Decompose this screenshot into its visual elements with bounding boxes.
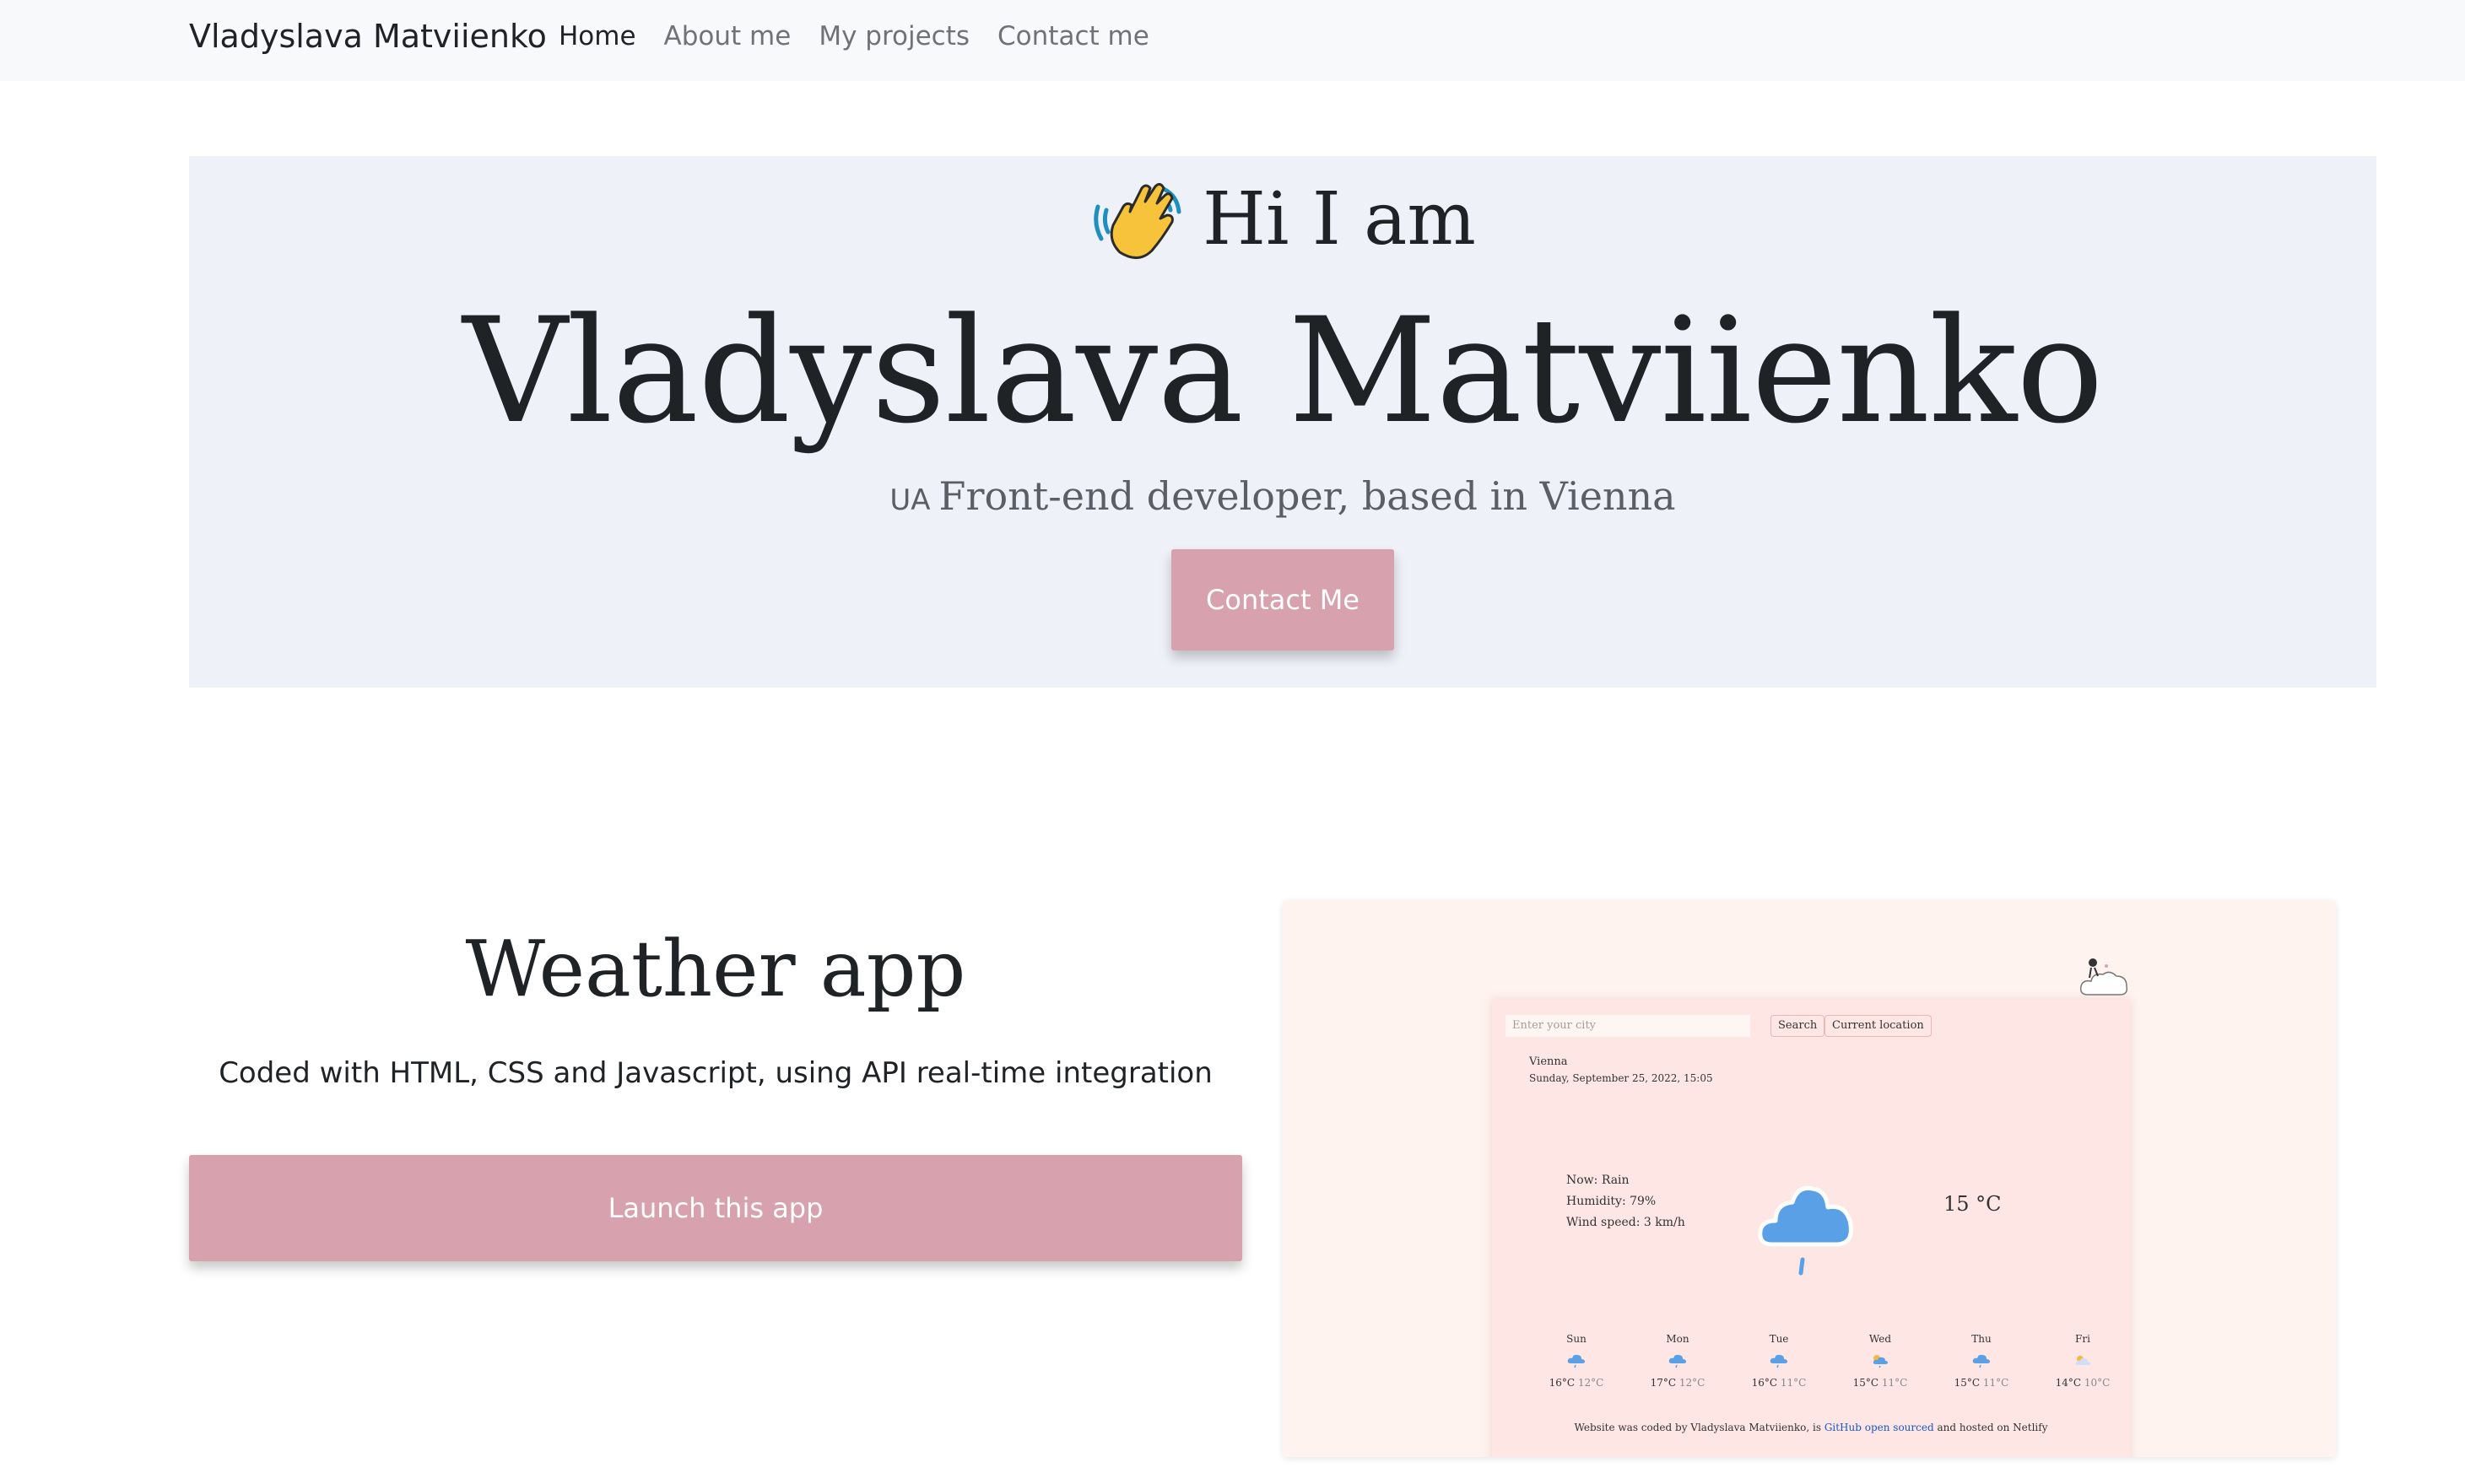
weather-card: Enter your city Search Current location … — [1492, 1000, 2130, 1457]
humidity: Humidity: 79% — [1566, 1195, 1657, 1208]
current-date: Sunday, September 25, 2022, 15:05 — [1529, 1072, 1713, 1084]
launch-app-button[interactable]: Launch this app — [189, 1155, 1242, 1261]
forecast-min: 12°C — [1678, 1377, 1705, 1389]
forecast-min: 11°C — [1881, 1377, 1908, 1389]
forecast-min: 11°C — [1780, 1377, 1807, 1389]
forecast-day: Sun 16°C 12°C — [1526, 1330, 1627, 1391]
weather-app-preview[interactable]: Enter your city Search Current location … — [1283, 900, 2336, 1457]
nav-link-home[interactable]: Home — [559, 15, 636, 57]
rain-icon — [1972, 1354, 1990, 1368]
forecast-day: Thu 15°C 11°C — [1931, 1330, 2032, 1391]
hero-name: Vladyslava Matviienko — [462, 286, 2104, 456]
hero-section: Hi I am Vladyslava Matviienko UA Front-en… — [189, 156, 2376, 688]
forecast-max: 15°C — [1954, 1377, 1981, 1389]
search-button[interactable]: Search — [1770, 1015, 1825, 1037]
current-temperature: 15 °C — [1943, 1192, 2002, 1216]
forecast-day-name: Sun — [1566, 1333, 1587, 1345]
project-description: Coded with HTML, CSS and Javascript, usi… — [219, 1056, 1213, 1090]
navbar: Vladyslava Matviienko Home About me My p… — [0, 0, 2465, 81]
footer-text-post: and hosted on Netlify — [1933, 1422, 2048, 1433]
forecast-min: 11°C — [1982, 1377, 2009, 1389]
city-name: Vienna — [1529, 1055, 1568, 1068]
rain-icon — [1770, 1354, 1787, 1368]
forecast-min: 10°C — [2084, 1377, 2111, 1389]
hero-subtitle-text: Front-end developer, based in Vienna — [938, 473, 1676, 519]
rain-icon — [1668, 1354, 1686, 1368]
forecast-row: Sun 16°C 12°C Mon 17°C 12°C Tue 16°C 11°… — [1526, 1330, 2133, 1391]
cloud-cat-icon — [2079, 958, 2128, 996]
waving-hand-icon — [1094, 182, 1181, 259]
forecast-day: Mon 17°C 12°C — [1627, 1330, 1728, 1391]
forecast-max: 14°C — [2055, 1377, 2082, 1389]
contact-me-button[interactable]: Contact Me — [1171, 549, 1394, 650]
forecast-day: Wed 15°C 11°C — [1830, 1330, 1931, 1391]
weather-stats: Now: Rain Humidity: 79% Wind speed: 3 km… — [1566, 1170, 1685, 1233]
forecast-min: 12°C — [1577, 1377, 1604, 1389]
sun-cloud-rain-icon — [1873, 1355, 1888, 1368]
nav-links: Home About me My projects Contact me — [559, 15, 1177, 57]
forecast-day-name: Mon — [1666, 1333, 1689, 1345]
hero-subtitle: UA Front-end developer, based in Vienna — [189, 468, 2376, 528]
forecast-max: 16°C — [1549, 1377, 1576, 1389]
nav-link-contact[interactable]: Contact me — [997, 15, 1149, 57]
rain-cloud-icon — [1758, 1185, 1853, 1276]
hero-greeting: Hi I am — [189, 173, 2376, 273]
wind-speed: Wind speed: 3 km/h — [1566, 1216, 1685, 1229]
forecast-max: 16°C — [1751, 1377, 1778, 1389]
forecast-day: Tue 16°C 11°C — [1728, 1330, 1830, 1391]
now-condition: Now: Rain — [1566, 1174, 1630, 1187]
hero-greeting-text: Hi I am — [1203, 177, 1476, 262]
preview-footer: Website was coded by Vladyslava Matviien… — [1492, 1422, 2130, 1433]
ua-flag-label: UA — [889, 483, 931, 517]
nav-link-about[interactable]: About me — [664, 15, 792, 57]
nav-link-projects[interactable]: My projects — [819, 15, 970, 57]
forecast-day: Fri 14°C 10°C — [2032, 1330, 2133, 1391]
forecast-day-name: Fri — [2075, 1333, 2090, 1345]
forecast-day-name: Thu — [1971, 1333, 1992, 1345]
footer-text-pre: Website was coded by Vladyslava Matviien… — [1574, 1422, 1824, 1433]
forecast-day-name: Wed — [1868, 1333, 1892, 1345]
city-search-input[interactable]: Enter your city — [1505, 1015, 1750, 1037]
forecast-max: 15°C — [1852, 1377, 1879, 1389]
project-title: Weather app — [465, 924, 966, 1014]
current-location-button[interactable]: Current location — [1824, 1015, 1932, 1037]
rain-icon — [1567, 1354, 1585, 1368]
sun-cloud-icon — [2075, 1356, 2090, 1365]
github-link[interactable]: GitHub open sourced — [1824, 1422, 1934, 1433]
forecast-day-name: Tue — [1769, 1333, 1789, 1345]
forecast-max: 17°C — [1650, 1377, 1677, 1389]
navbar-brand[interactable]: Vladyslava Matviienko — [189, 15, 547, 57]
